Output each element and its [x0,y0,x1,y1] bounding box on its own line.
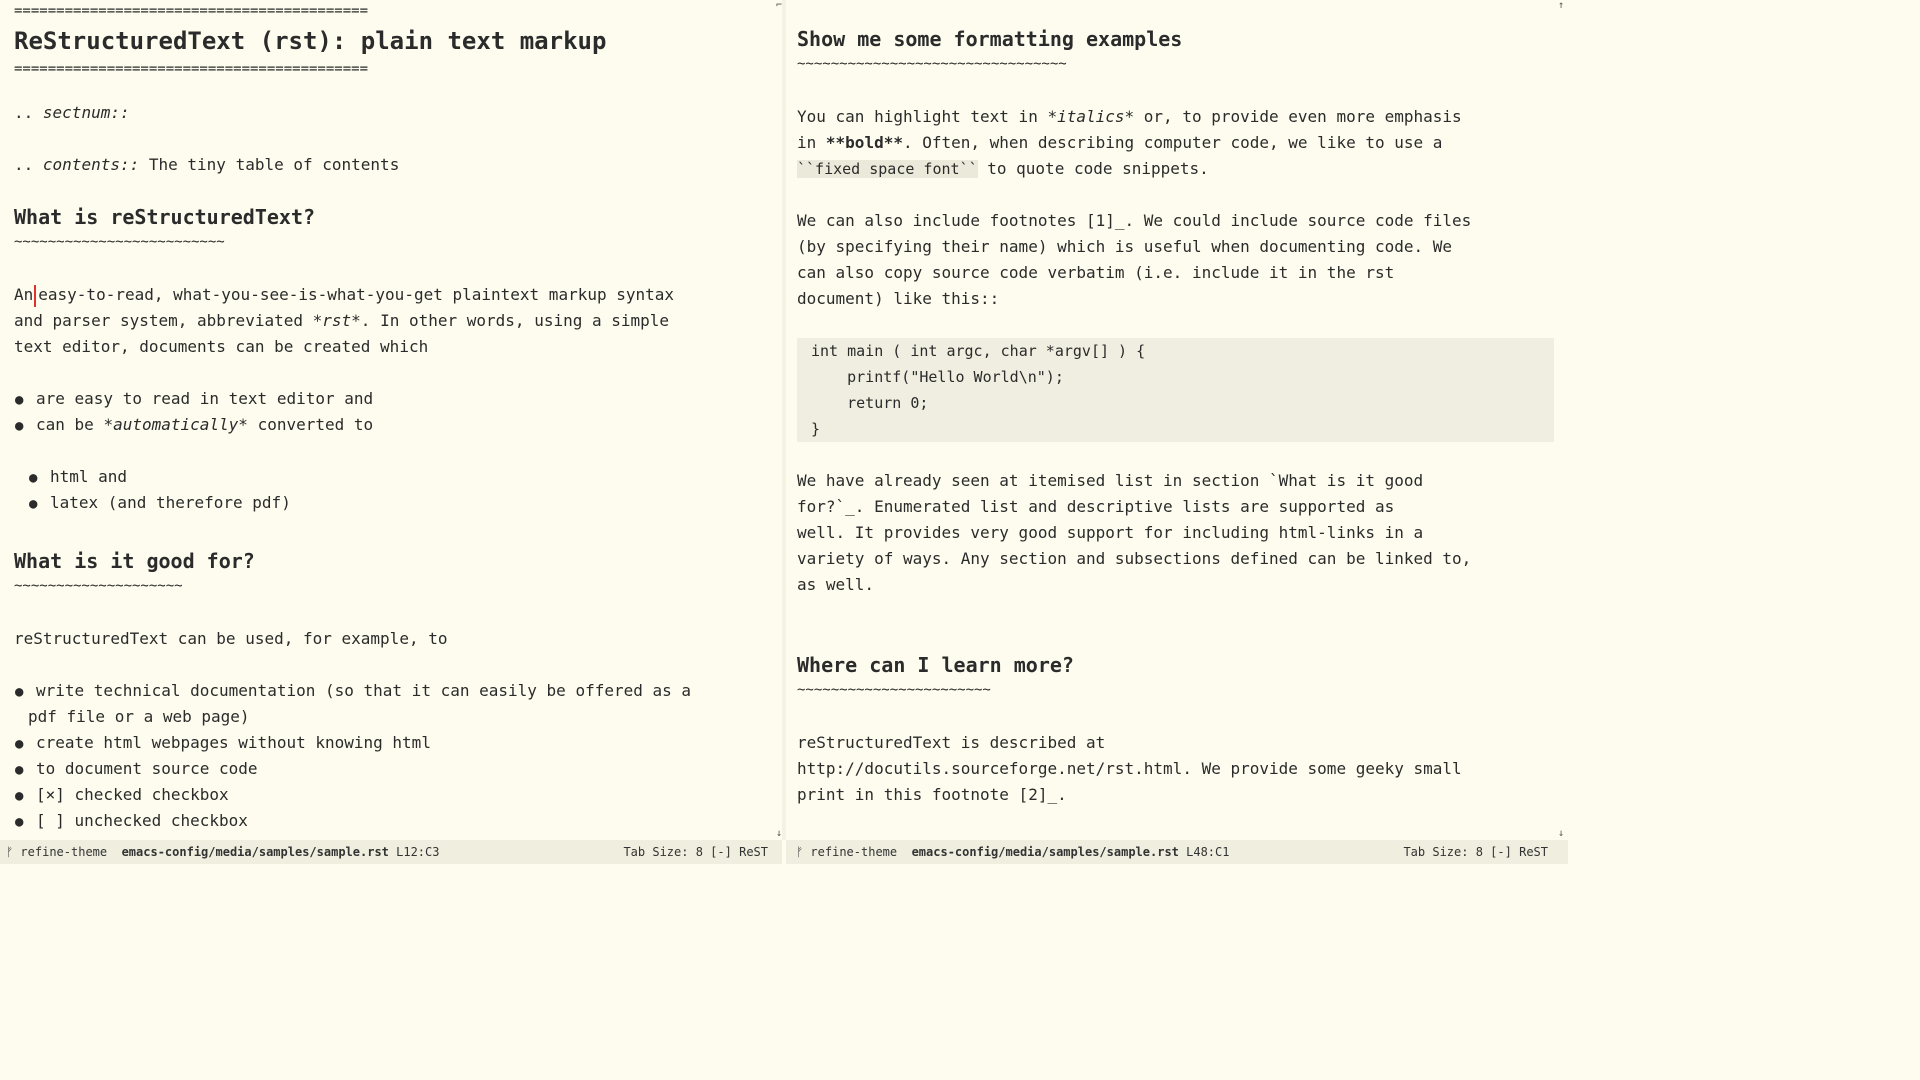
heading-what-is-rst: What is reStructuredText? [14,205,316,229]
mode-line-right-segment: Tab Size: 8 [-] ReST [1403,840,1548,864]
buffer-state: [-] [1490,845,1512,859]
buffer-state: [-] [710,845,732,859]
mode-line-left-segment: ᚠ refine-theme emacs-config/media/sample… [6,840,439,864]
list-item: can be *automatically* converted to [14,412,782,438]
buffer-file-name[interactable]: emacs-config/media/samples/sample.rst [912,845,1179,859]
bullet-icon [14,808,36,835]
code-line: int main ( int argc, char *argv[] ) { [811,342,1146,360]
code-line: printf("Hello World\n"); [811,368,1064,386]
paragraph-line: http://docutils.sourceforge.net/rst.html… [797,759,1462,778]
paragraph-line: document) like this:: [797,289,1000,308]
list-item: html and [14,464,782,490]
paragraph-line: can also copy source code verbatim (i.e.… [797,263,1395,282]
heading-underline: ~~~~~~~~~~~~~~~~~~~~~~~~~~~~~~~~ [797,56,1067,72]
paragraph-line: reStructuredText is described at [797,733,1106,752]
paragraph-line: We have already seen at itemised list in… [797,471,1424,490]
title-underline: ========================================… [14,61,369,77]
title-overline: ========================================… [14,3,369,19]
bullet-icon [14,756,36,783]
buffer-file-name[interactable]: emacs-config/media/samples/sample.rst [122,845,389,859]
paragraph-line: reStructuredText can be used, for exampl… [14,629,448,648]
paragraph-line: for?`_. Enumerated list and descriptive … [797,497,1395,516]
paragraph-line: We can also include footnotes [1]_. We c… [797,211,1472,230]
paragraph-line: text editor, documents can be created wh… [14,337,429,356]
minibuffer[interactable] [0,864,1568,883]
paragraph-line: print in this footnote [2]_. [797,785,1067,804]
scroll-down-icon[interactable]: ↓ [1558,828,1564,839]
bullet-icon [14,412,36,439]
paragraph-line: (by specifying their name) which is usef… [797,237,1453,256]
list-item: are easy to read in text editor and [14,386,782,412]
document-title: ReStructuredText (rst): plain text marku… [14,27,607,55]
bullet-icon [14,386,36,413]
code-block: int main ( int argc, char *argv[] ) { pr… [797,338,1554,442]
paragraph-line: well. It provides very good support for … [797,523,1424,542]
mode-line-left-segment: ᚠ refine-theme emacs-config/media/sample… [796,840,1229,864]
git-branch[interactable]: refine-theme [803,845,897,859]
list-item: to document source code [14,756,782,782]
paragraph-line: An easy-to-read, what-you-see-is-what-you… [14,282,782,308]
unchecked-checkbox-item[interactable]: [ ] unchecked checkbox [14,808,782,834]
paragraph-line: ``fixed space font`` to quote code snipp… [797,159,1209,178]
list-item-continuation: pdf file or a web page) [28,707,250,726]
major-mode[interactable]: ReST [739,845,768,859]
code-line: return 0; [811,394,929,412]
code-line: } [811,420,821,438]
bullet-icon [14,678,36,705]
list-item: write technical documentation (so that i… [14,678,782,704]
bullet-icon [14,782,36,809]
list-item: latex (and therefore pdf) [14,490,782,516]
paragraph-line: and parser system, abbreviated *rst*. In… [14,311,670,330]
paragraph-line: as well. [797,575,875,594]
checked-checkbox-item[interactable]: [×] checked checkbox [14,782,782,808]
list-item: create html webpages without knowing htm… [14,730,782,756]
heading-underline: ~~~~~~~~~~~~~~~~~~~~ [14,578,183,594]
heading-underline: ~~~~~~~~~~~~~~~~~~~~~~~ [797,682,991,698]
right-editor-window[interactable]: Show me some formatting examples ~~~~~~~… [786,0,1568,840]
bullet-icon [14,730,36,757]
paragraph-line: You can highlight text in *italics* or, … [797,107,1462,126]
right-mode-line[interactable]: ᚠ refine-theme emacs-config/media/sample… [786,840,1568,864]
cursor-position: L48:C1 [1186,845,1230,859]
bullet-icon [28,464,50,491]
tab-size[interactable]: Tab Size: 8 [623,845,702,859]
inline-code: ``fixed space font`` [797,160,978,178]
paragraph-line: in **bold**. Often, when describing comp… [797,133,1443,152]
sectnum-directive: .. sectnum:: [14,103,130,122]
heading-formatting-examples: Show me some formatting examples [797,27,1183,51]
git-branch[interactable]: refine-theme [13,845,107,859]
text-cursor [34,284,37,307]
major-mode[interactable]: ReST [1519,845,1548,859]
paragraph-line: variety of ways. Any section and subsect… [797,549,1472,568]
left-editor-window[interactable]: ========================================… [0,0,782,840]
contents-directive: .. contents:: The tiny table of contents [14,155,400,174]
heading-underline: ~~~~~~~~~~~~~~~~~~~~~~~~~ [14,234,225,250]
left-mode-line[interactable]: ᚠ refine-theme emacs-config/media/sample… [0,840,782,864]
heading-what-is-it-good-for: What is it good for? [14,549,255,573]
cursor-position: L12:C3 [396,845,440,859]
mode-line-right-segment: Tab Size: 8 [-] ReST [623,840,768,864]
tab-size[interactable]: Tab Size: 8 [1403,845,1482,859]
heading-where-learn-more: Where can I learn more? [797,653,1074,677]
bullet-icon [28,490,50,517]
scroll-up-icon[interactable]: ↑ [1558,0,1564,11]
